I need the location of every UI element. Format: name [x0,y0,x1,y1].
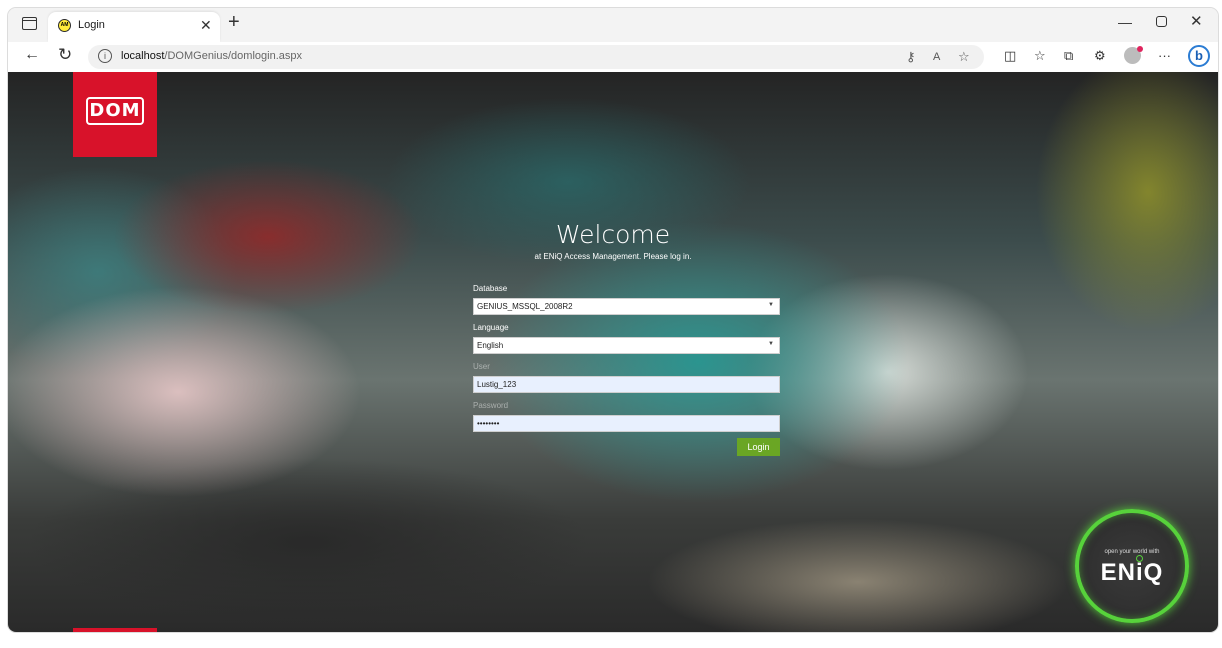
read-aloud-icon[interactable]: A [933,51,940,63]
bing-copilot-icon[interactable]: b [1188,45,1210,67]
close-window-icon[interactable]: ✕ [1190,12,1203,30]
more-menu-icon[interactable]: ··· [1158,48,1171,63]
welcome-title: Welcome [555,220,671,249]
new-tab-icon[interactable]: + [228,11,240,34]
login-button[interactable]: Login [737,438,780,456]
user-value: Lustig_123 [477,380,517,389]
dom-logo: DOM [73,72,157,157]
chevron-down-icon: ▼ [768,302,774,308]
eniq-brand: ENiQ [1100,559,1164,586]
dom-logo-text: DOM [86,97,144,125]
split-screen-icon[interactable]: ◫ [1004,48,1016,64]
browser-window: AM Login ✕ + — ✕ ← ↻ i localhost/DOMGeni… [8,8,1218,632]
restore-icon[interactable] [1156,16,1167,27]
browser-toolbar: ← ↻ i localhost/DOMGenius/domlogin.aspx … [8,42,1218,72]
password-input[interactable]: •••••••• [473,415,780,432]
favicon-icon: AM [58,19,71,32]
database-label: Database [473,284,508,293]
page-viewport: DOM Welcome at ENiQ Access Management. P… [8,72,1218,632]
key-icon[interactable]: ⚷ [906,49,916,65]
profile-avatar-icon[interactable] [1124,46,1143,64]
url-host: localhost [121,50,165,62]
tab-title: Login [78,19,105,31]
tab-login[interactable]: AM Login ✕ [48,12,220,42]
notification-dot [1137,46,1143,52]
language-select[interactable]: English ▼ [473,337,780,354]
collections-icon[interactable]: ⧉ [1064,48,1073,64]
database-select[interactable]: GENIUS_MSSQL_2008R2 ▼ [473,298,780,315]
favorites-icon[interactable]: ☆ [1034,48,1046,64]
back-icon[interactable]: ← [24,46,40,64]
password-label: Password [473,401,509,410]
user-label: User [473,362,490,371]
password-value: •••••••• [477,419,500,428]
address-bar[interactable]: i localhost/DOMGenius/domlogin.aspx ⚷ A … [88,45,984,69]
language-label: Language [473,323,509,332]
tab-actions-icon[interactable] [22,17,37,30]
database-value: GENIUS_MSSQL_2008R2 [477,302,573,311]
url-text[interactable]: localhost/DOMGenius/domlogin.aspx [121,50,302,62]
extensions-icon[interactable]: ⚙ [1094,48,1106,64]
language-value: English [477,341,504,350]
url-path: /DOMGenius/domlogin.aspx [164,50,302,62]
chevron-down-icon: ▼ [768,341,774,347]
footer-accent-bar [73,628,157,632]
tab-close-icon[interactable]: ✕ [200,17,212,34]
site-info-icon[interactable]: i [98,49,112,63]
welcome-subtitle: at ENiQ Access Management. Please log in… [534,252,692,261]
eniq-badge: open your world with ENiQ [1075,509,1189,623]
eniq-tagline: open your world with [1104,549,1160,555]
favorite-star-icon[interactable]: ☆ [958,49,970,65]
minimize-icon[interactable]: — [1118,14,1132,30]
tab-strip: AM Login ✕ + — ✕ [8,8,1218,42]
reload-icon[interactable]: ↻ [58,45,72,65]
user-input[interactable]: Lustig_123 [473,376,780,393]
